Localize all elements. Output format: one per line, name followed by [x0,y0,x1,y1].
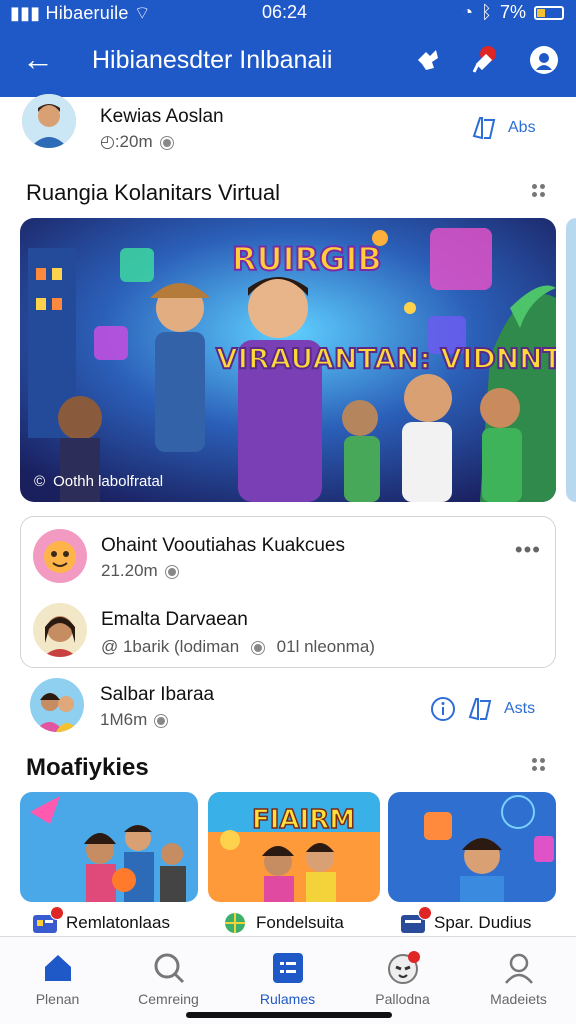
puzzle-icon[interactable] [412,44,444,76]
drag-handle-icon[interactable] [532,184,546,198]
bluetooth-icon: ᛒ [481,2,492,22]
thumbnail-card[interactable] [388,792,556,902]
back-arrow-icon[interactable]: ← [22,43,54,75]
row-meta: 1M6m [100,710,168,730]
status-dot-icon [160,136,173,149]
home-icon [41,951,75,985]
thumbnail-label[interactable]: Spar. Dudius [400,906,531,934]
battery-icon [534,5,564,20]
avatar [30,678,84,732]
section-title: Moafiykies [26,754,149,781]
banner-headline: VIRAUANTAN: VIDNNTAS! [216,342,556,375]
pin-alert-icon[interactable] [470,44,502,76]
wifi-icon: ⌔ [133,3,151,23]
top-app-bar: ▮▮▮ Hibaeruile ⌔ 06:24 ◔ ᛒ 7% ← Hibianes… [0,0,576,97]
thumbnail-carousel: FIAIRM [20,792,576,902]
bookmark-page-icon [472,117,496,140]
asts-action-button[interactable]: Asts [504,700,535,718]
nav-tab-search[interactable]: Cemreing [111,951,226,1007]
signal-icon: ▮▮▮ [10,3,46,23]
next-banner-peek[interactable] [566,218,576,502]
bookmark-page-icon[interactable] [466,697,494,721]
header-actions [412,44,560,76]
search-icon [152,951,186,985]
thumbnail-label[interactable]: Fondelsuita [222,912,344,934]
row-meta: ◴:20m [100,132,173,152]
carrier-label: ▮▮▮ Hibaeruile ⌔ [10,3,151,23]
battery-percent: 7% [499,2,526,22]
notification-badge-icon [418,906,432,920]
featured-banner[interactable]: RUIRGIB VIRAUANTAN: VIDNNTAS! © Oothh la… [20,218,556,502]
row-title: Kewias Aoslan [100,106,224,127]
status-bar: ▮▮▮ Hibaeruile ⌔ 06:24 ◔ ᛒ 7% [0,0,576,26]
status-right: ◔ ᛒ 7% [462,2,564,23]
clock: 06:24 [262,2,308,22]
page-title: Hibianesdter Inlbanaii [92,46,333,74]
abs-action-button[interactable]: Abs [470,116,536,140]
banner-caption: © Oothh labolfratal [34,473,164,490]
copyright-icon: © [34,473,46,490]
row-title: Salbar Ibaraa [100,684,215,705]
activity-card: Ohaint Vooutiahas Kuakcues 21.20m ••• Em… [20,516,556,668]
grid-icon [271,951,305,985]
banner-headline-top: RUIRGIB [232,240,382,278]
home-indicator[interactable] [186,1012,392,1018]
row-actions: Asts [430,696,535,722]
more-options-icon[interactable]: ••• [515,537,541,563]
banner-illustration: RUIRGIB VIRAUANTAN: VIDNNTAS! [20,218,556,502]
thumbnail-banner-text: FIAIRM [252,805,355,835]
avatar [33,529,87,583]
alarm-icon: ◔ [462,2,474,22]
section-title: Ruangia Kolanitars Virtual [26,180,280,205]
card-item-title[interactable]: Ohaint Vooutiahas Kuakcues [101,535,345,557]
app-window-icon [32,906,64,934]
thumbnail-label[interactable]: Remlatonlaas [32,906,170,934]
status-dot-icon [251,641,264,654]
app-bar: ← Hibianesdter Inlbanaii [0,30,576,90]
app-window-icon [400,906,432,934]
thumbnail-card[interactable]: FIAIRM [208,792,380,902]
card-item-meta: 21.20m [101,561,178,581]
card-item-title[interactable]: Emalta Darvaean [101,609,248,631]
person-icon [502,951,536,985]
profile-badge-icon[interactable] [528,44,560,76]
list-item[interactable]: Kewias Aoslan ◴:20m Abs [22,94,554,154]
info-icon[interactable] [430,696,456,722]
thumbnail-labels: Remlatonlaas Fondelsuita Spar. Dudius [0,906,576,938]
card-item-meta: @ 1barik (lodiman 01l nleonma) [101,637,375,656]
drag-handle-icon[interactable] [532,758,546,772]
avatar [33,603,87,657]
list-item[interactable]: Salbar Ibaraa 1M6m Asts [22,678,554,738]
alien-icon [386,951,420,985]
globe-icon [222,912,248,934]
nav-tab-home[interactable]: Plenan [0,951,115,1007]
status-dot-icon [155,714,168,727]
bottom-navigation: Plenan Cemreing Rulames Pallodna Madeiet… [0,936,576,1024]
thumbnail-card[interactable] [20,792,198,902]
nav-tab-pallodna[interactable]: Pallodna [345,951,460,1007]
avatar [22,94,76,148]
status-dot-icon [165,565,178,578]
notification-badge-icon [50,906,64,920]
nav-tab-profile[interactable]: Madeiets [461,951,576,1007]
nav-tab-rulames[interactable]: Rulames [230,951,345,1007]
